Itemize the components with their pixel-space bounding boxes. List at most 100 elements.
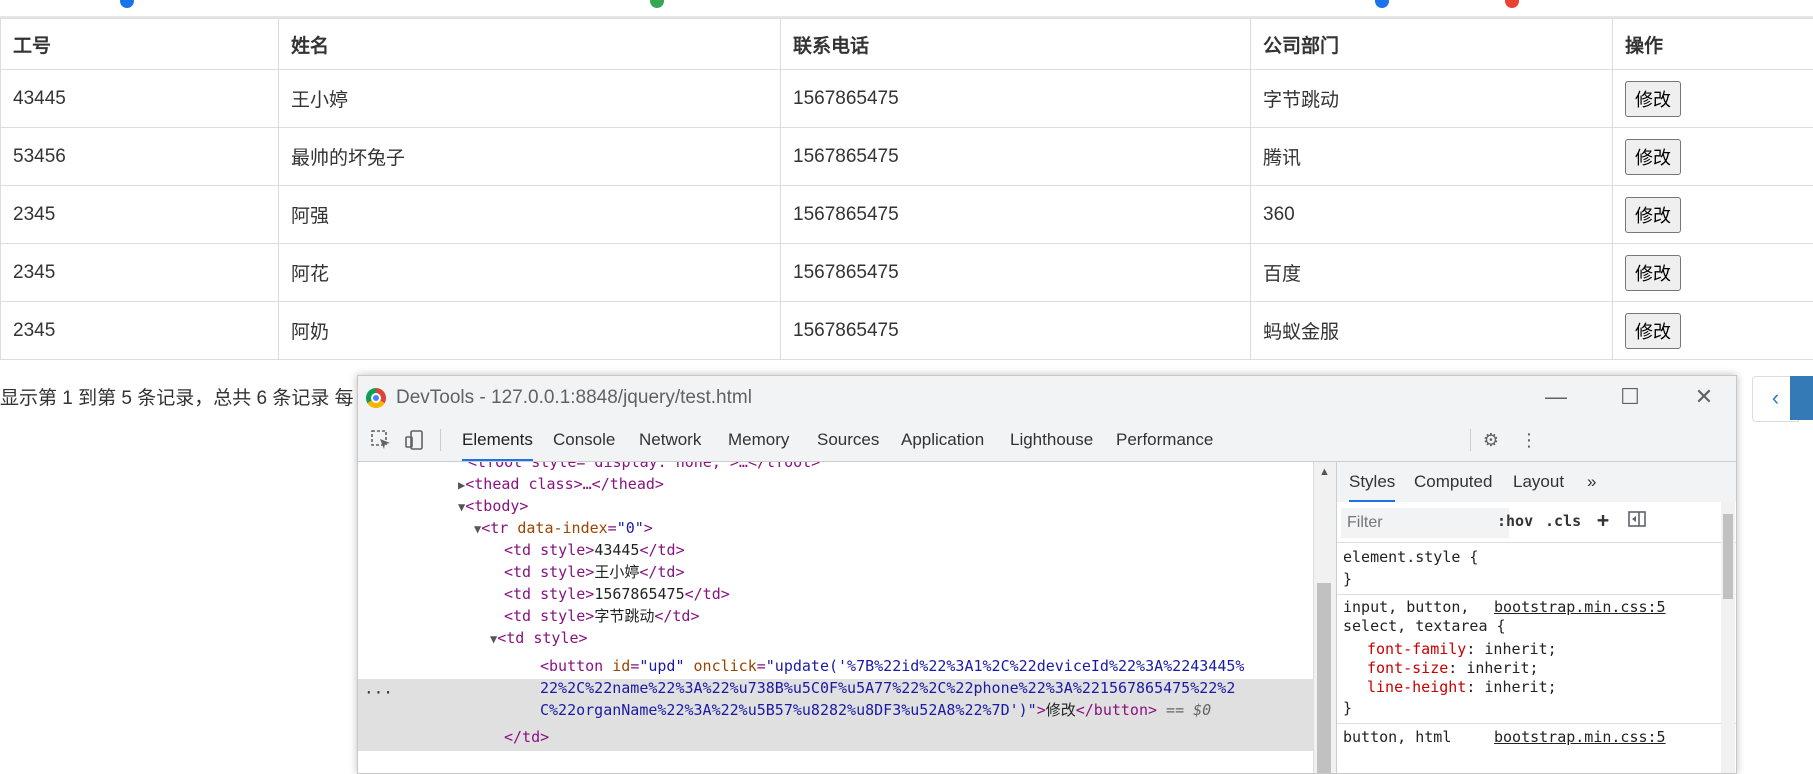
hov-toggle[interactable]: :hov (1497, 512, 1533, 530)
cell-dept: 蚂蚁金服 (1251, 302, 1613, 360)
more-options-icon[interactable]: ⋮ (1518, 429, 1540, 451)
rule1-source-link[interactable]: bootstrap.min.css:5 (1494, 598, 1666, 616)
tab-performance[interactable]: Performance (1116, 419, 1213, 461)
elements-scrollbar-thumb[interactable] (1317, 583, 1331, 773)
table-row: 2345 阿花 1567865475 百度 修改 (1, 244, 1813, 302)
tab-application[interactable]: Application (901, 419, 984, 461)
cell-name: 阿奶 (279, 302, 781, 360)
rule1-selector-cont[interactable]: select, textarea { (1343, 617, 1506, 636)
bookmark-bar-remnant (0, 0, 1813, 18)
device-toolbar-icon[interactable] (404, 429, 426, 451)
cell-action: 修改 (1613, 186, 1813, 244)
tab-layout[interactable]: Layout (1513, 462, 1564, 502)
edit-button[interactable]: 修改 (1625, 197, 1681, 233)
rule1-close: } (1343, 699, 1352, 718)
rule1-selector[interactable]: input, button, (1343, 598, 1469, 617)
table-row: 2345 阿奶 1567865475 蚂蚁金服 修改 (1, 302, 1813, 360)
table-row: 43445 王小婷 1567865475 字节跳动 修改 (1, 70, 1813, 128)
tab-memory[interactable]: Memory (728, 419, 789, 461)
rule2-source-link[interactable]: bootstrap.min.css:5 (1494, 728, 1666, 746)
table-header-row: 工号 姓名 联系电话 公司部门 操作 (1, 19, 1813, 70)
table-row: 53456 最帅的坏兔子 1567865475 腾讯 修改 (1, 128, 1813, 186)
styles-filter-row: :hov .cls + (1337, 502, 1737, 543)
code-td[interactable]: <td style>43445</td> (504, 541, 685, 559)
bookmark-icon[interactable] (1375, 0, 1389, 8)
more-tabs-icon[interactable]: » (1587, 462, 1596, 502)
cell-name: 阿花 (279, 244, 781, 302)
code-td[interactable]: <td style>1567865475</td> (504, 585, 730, 603)
code-tfoot[interactable]: <tfoot style="display: none;">…</tfoot> (468, 462, 820, 471)
devtools-titlebar[interactable]: DevTools - 127.0.0.1:8848/jquery/test.ht… (358, 376, 1736, 419)
code-button-line-3[interactable]: C%22organName%22%3A%22%u5B57%u8282%u8DF3… (540, 701, 1211, 719)
css-property[interactable]: font-family: inherit; (1367, 640, 1557, 659)
code-tbody[interactable]: ▼<tbody> (458, 497, 528, 516)
tab-computed[interactable]: Computed (1414, 462, 1492, 502)
header-dept: 公司部门 (1251, 19, 1613, 70)
element-style-selector[interactable]: element.style { (1343, 548, 1478, 567)
cell-phone: 1567865475 (781, 70, 1251, 128)
code-button-line-1[interactable]: <button id="upd" onclick="update('%7B%22… (540, 657, 1244, 675)
edit-button[interactable]: 修改 (1625, 81, 1681, 117)
cell-dept: 360 (1251, 186, 1613, 244)
devtools-tabbar: Elements Console Network Memory Sources … (358, 419, 1736, 462)
edit-button[interactable]: 修改 (1625, 139, 1681, 175)
scroll-up-arrow-icon[interactable]: ▲ (1319, 466, 1330, 478)
tab-styles[interactable]: Styles (1349, 462, 1395, 502)
close-icon[interactable]: ✕ (1689, 384, 1719, 410)
new-style-rule-icon[interactable]: + (1597, 508, 1609, 532)
tab-lighthouse[interactable]: Lighthouse (1010, 419, 1093, 461)
pagination-page-1[interactable] (1790, 376, 1813, 420)
code-td[interactable]: <td style>王小婷</td> (504, 563, 684, 581)
rule-divider (1337, 594, 1737, 595)
inspect-element-icon[interactable] (370, 429, 392, 451)
cell-dept: 腾讯 (1251, 128, 1613, 186)
gear-icon[interactable]: ⚙ (1480, 429, 1502, 451)
bookmark-icon[interactable] (650, 0, 664, 8)
tab-elements[interactable]: Elements (462, 419, 533, 461)
cell-action: 修改 (1613, 128, 1813, 186)
minimize-icon[interactable]: — (1541, 384, 1571, 410)
bookmark-icon[interactable] (1505, 0, 1519, 8)
cell-dept: 百度 (1251, 244, 1613, 302)
toggle-sidebar-icon[interactable] (1627, 509, 1647, 533)
cell-name: 最帅的坏兔子 (279, 128, 781, 186)
code-td-expanded[interactable]: ▼<td style> (490, 629, 588, 648)
edit-button[interactable]: 修改 (1625, 255, 1681, 291)
bookmark-icon[interactable] (120, 0, 134, 8)
tab-network[interactable]: Network (639, 419, 701, 461)
cls-toggle[interactable]: .cls (1545, 512, 1581, 530)
code-td[interactable]: <td style>字节跳动</td> (504, 607, 699, 625)
css-property[interactable]: line-height: inherit; (1367, 678, 1557, 697)
edit-button[interactable]: 修改 (1625, 313, 1681, 349)
header-phone: 联系电话 (781, 19, 1251, 70)
header-action: 操作 (1613, 19, 1813, 70)
tab-sources[interactable]: Sources (817, 419, 879, 461)
cell-phone: 1567865475 (781, 128, 1251, 186)
rule2-selector[interactable]: button, html (1343, 728, 1451, 747)
cell-action: 修改 (1613, 244, 1813, 302)
node-actions-ellipsis[interactable]: ··· (364, 683, 393, 702)
code-thead[interactable]: ▶<thead class>…</thead> (458, 475, 664, 494)
cell-id: 2345 (1, 186, 279, 244)
styles-pane: Styles Computed Layout » :hov .cls + ele… (1336, 462, 1737, 773)
cell-action: 修改 (1613, 302, 1813, 360)
toolbar-divider (440, 429, 441, 451)
pagination-info: 显示第 1 到第 5 条记录，总共 6 条记录 每 (0, 383, 354, 410)
cell-phone: 1567865475 (781, 186, 1251, 244)
devtools-window: DevTools - 127.0.0.1:8848/jquery/test.ht… (357, 375, 1737, 774)
employee-table: 工号 姓名 联系电话 公司部门 操作 43445 王小婷 1567865475 … (0, 18, 1813, 360)
code-td-close[interactable]: </td> (504, 728, 549, 746)
cell-id: 53456 (1, 128, 279, 186)
maximize-icon[interactable]: ☐ (1615, 384, 1645, 410)
tab-console[interactable]: Console (553, 419, 615, 461)
cell-phone: 1567865475 (781, 302, 1251, 360)
styles-scrollbar-thumb[interactable] (1723, 514, 1733, 599)
code-button-line-2[interactable]: 22%2C%22name%22%3A%22%u738B%u5C0F%u5A77%… (540, 679, 1235, 697)
cell-dept: 字节跳动 (1251, 70, 1613, 128)
cell-name: 王小婷 (279, 70, 781, 128)
toolbar-divider (1470, 429, 1471, 451)
devtools-title: DevTools - 127.0.0.1:8848/jquery/test.ht… (396, 387, 752, 409)
styles-filter-input[interactable] (1341, 508, 1509, 538)
css-property[interactable]: font-size: inherit; (1367, 659, 1539, 678)
code-tr[interactable]: ▼<tr data-index="0"> (474, 519, 653, 538)
